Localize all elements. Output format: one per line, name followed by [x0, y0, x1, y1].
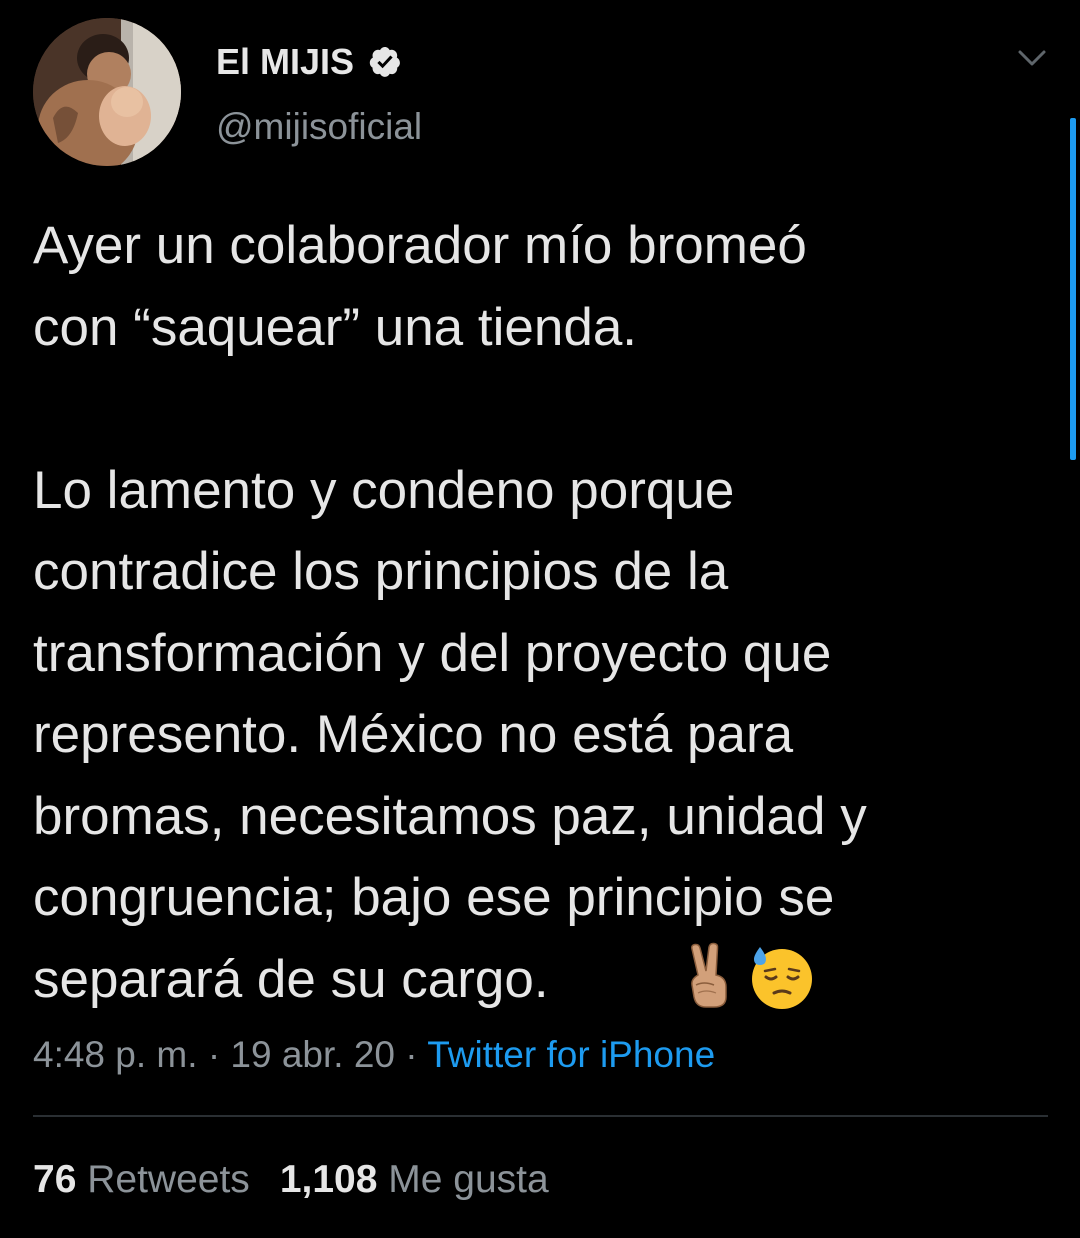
author-name-row[interactable]: El MIJIS	[216, 40, 402, 84]
scroll-indicator[interactable]	[1070, 118, 1076, 460]
downcast-sweat-face-emoji	[752, 947, 812, 1009]
meta-separator: ·	[405, 1034, 418, 1075]
tweet-time[interactable]: 4:48 p. m.	[33, 1034, 198, 1075]
retweets-count: 76	[33, 1158, 77, 1201]
divider	[33, 1115, 1048, 1117]
retweets-stat[interactable]: 76 Retweets	[33, 1158, 250, 1201]
likes-stat[interactable]: 1,108 Me gusta	[280, 1158, 549, 1201]
meta-separator: ·	[207, 1034, 221, 1075]
avatar-image	[33, 18, 181, 166]
victory-hand-emoji	[691, 942, 727, 1008]
tweet-date[interactable]: 19 abr. 20	[230, 1034, 395, 1075]
verified-badge-icon	[369, 46, 400, 77]
author-handle[interactable]: @mijisoficial	[216, 106, 422, 148]
likes-label: Me gusta	[388, 1158, 549, 1201]
chevron-down-icon[interactable]	[1012, 42, 1052, 76]
tweet-stats: 76 Retweets 1,108 Me gusta	[33, 1154, 549, 1206]
tweet-meta: 4:48 p. m. · 19 abr. 20 · Twitter for iP…	[33, 1030, 715, 1080]
tweet-emojis	[676, 941, 816, 1011]
tweet-text: Ayer un colaborador mío bromeó con “saqu…	[33, 216, 867, 1009]
avatar[interactable]	[33, 18, 181, 166]
retweets-label: Retweets	[87, 1158, 250, 1201]
author-display-name[interactable]: El MIJIS	[216, 41, 354, 83]
likes-count: 1,108	[279, 1158, 378, 1201]
tweet-source-link[interactable]: Twitter for iPhone	[427, 1034, 715, 1075]
